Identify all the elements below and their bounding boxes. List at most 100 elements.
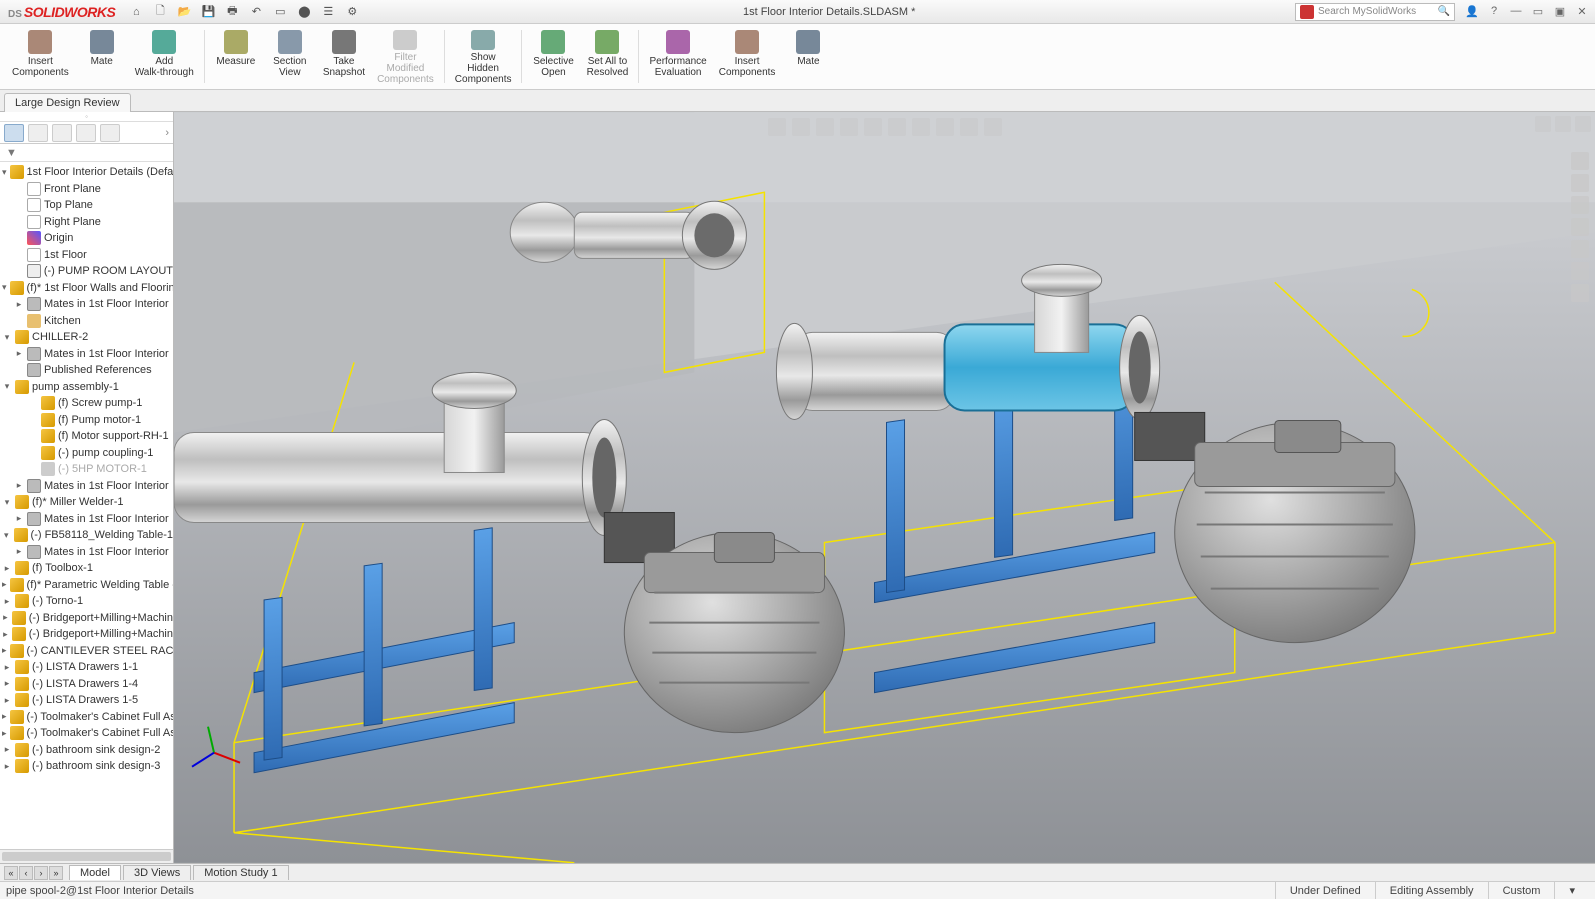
appearances-icon[interactable]	[1571, 240, 1589, 258]
tree-bridgeport-1[interactable]: ▸(-) Bridgeport+Milling+Machin	[0, 610, 173, 627]
tree-mates-4[interactable]: ▸Mates in 1st Floor Interior	[0, 511, 173, 528]
graphics-viewport[interactable]	[174, 112, 1595, 863]
tree-torno[interactable]: ▸(-) Torno-1	[0, 593, 173, 610]
open-icon[interactable]: 📂	[173, 2, 195, 22]
tree-mates-5[interactable]: ▸Mates in 1st Floor Interior	[0, 544, 173, 561]
tree-motor-support[interactable]: (f) Motor support-RH-1	[0, 428, 173, 445]
add-walkthrough-button[interactable]: Add Walk-through	[129, 26, 200, 87]
file-explorer-icon[interactable]	[1571, 196, 1589, 214]
tab-nav-prev-icon[interactable]: ‹	[19, 866, 33, 880]
minimize-icon[interactable]: —	[1507, 5, 1525, 18]
undo-icon[interactable]: ↶	[245, 2, 267, 22]
tree-root[interactable]: ▾1st Floor Interior Details (Default<A	[0, 164, 173, 181]
save-icon[interactable]: 💾	[197, 2, 219, 22]
view-settings-icon[interactable]	[984, 118, 1002, 136]
tree-5hp-motor[interactable]: (-) 5HP MOTOR-1	[0, 461, 173, 478]
tree-screw-pump[interactable]: (f) Screw pump-1	[0, 395, 173, 412]
measure-button[interactable]: Measure	[209, 26, 263, 87]
insert-components-button-2[interactable]: Insert Components	[713, 26, 782, 87]
tab-nav-first-icon[interactable]: «	[4, 866, 18, 880]
help-icon[interactable]: ?	[1485, 5, 1503, 18]
performance-eval-button[interactable]: Performance Evaluation	[643, 26, 712, 87]
custom-properties-icon[interactable]	[1571, 262, 1589, 280]
tree-walls-flooring[interactable]: ▾(f)* 1st Floor Walls and Flooring	[0, 280, 173, 297]
selective-open-button[interactable]: Selective Open	[526, 26, 580, 87]
section-view-button[interactable]: Section View	[263, 26, 317, 87]
tree-pump-assembly[interactable]: ▾pump assembly-1	[0, 379, 173, 396]
hide-show-icon[interactable]	[912, 118, 930, 136]
maximize-icon[interactable]: ▣	[1551, 5, 1569, 18]
edit-appearance-icon[interactable]	[936, 118, 954, 136]
panel-expand-icon[interactable]: ›	[165, 127, 169, 139]
tree-origin[interactable]: Origin	[0, 230, 173, 247]
zoom-fit-icon[interactable]	[768, 118, 786, 136]
property-manager-tab-icon[interactable]	[28, 124, 48, 142]
tree-chiller[interactable]: ▾CHILLER-2	[0, 329, 173, 346]
forum-icon[interactable]	[1571, 284, 1589, 302]
user-icon[interactable]: 👤	[1463, 5, 1481, 18]
apply-scene-icon[interactable]	[960, 118, 978, 136]
tree-toolmaker-2[interactable]: ▸(-) Toolmaker's Cabinet Full As	[0, 725, 173, 742]
display-style-icon[interactable]	[888, 118, 906, 136]
section-view-hud-icon[interactable]	[840, 118, 858, 136]
previous-view-icon[interactable]	[816, 118, 834, 136]
home-icon[interactable]: ⌂	[125, 2, 147, 22]
search-box[interactable]: Search MySolidWorks 🔍	[1295, 3, 1455, 21]
tab-model[interactable]: Model	[69, 865, 121, 880]
viewport-max-icon[interactable]	[1555, 116, 1571, 132]
configuration-manager-tab-icon[interactable]	[52, 124, 72, 142]
tree-bridgeport-2[interactable]: ▸(-) Bridgeport+Milling+Machin	[0, 626, 173, 643]
zoom-area-icon[interactable]	[792, 118, 810, 136]
tree-welding-table[interactable]: ▾(-) FB58118_Welding Table-1	[0, 527, 173, 544]
tree-pump-room-layout[interactable]: (-) PUMP ROOM LAYOUT	[0, 263, 173, 280]
view-palette-icon[interactable]	[1571, 218, 1589, 236]
insert-components-button[interactable]: Insert Components	[6, 26, 75, 87]
tree-right-plane[interactable]: Right Plane	[0, 214, 173, 231]
tab-nav-next-icon[interactable]: ›	[34, 866, 48, 880]
take-snapshot-button[interactable]: Take Snapshot	[317, 26, 371, 87]
show-hidden-button[interactable]: Show Hidden Components	[449, 26, 518, 87]
solidworks-resources-icon[interactable]	[1571, 152, 1589, 170]
tree-cantilever[interactable]: ▸(-) CANTILEVER STEEL RACK A	[0, 643, 173, 660]
tree-lista-1-1[interactable]: ▸(-) LISTA Drawers 1-1	[0, 659, 173, 676]
dimxpert-tab-icon[interactable]	[76, 124, 96, 142]
restore-icon[interactable]: ▭	[1529, 5, 1547, 18]
tab-motion-study[interactable]: Motion Study 1	[193, 865, 288, 880]
status-unit-system-icon[interactable]: ▾	[1554, 882, 1589, 899]
close-icon[interactable]: ✕	[1573, 5, 1591, 18]
tree-front-plane[interactable]: Front Plane	[0, 181, 173, 198]
feature-manager-tab-icon[interactable]	[4, 124, 24, 142]
tree-lista-1-4[interactable]: ▸(-) LISTA Drawers 1-4	[0, 676, 173, 693]
rebuild-icon[interactable]: ⬤	[293, 2, 315, 22]
tree-lista-1-5[interactable]: ▸(-) LISTA Drawers 1-5	[0, 692, 173, 709]
search-icon[interactable]: 🔍	[1438, 6, 1450, 17]
viewport-close-icon[interactable]	[1575, 116, 1591, 132]
tree-pump-motor[interactable]: (f) Pump motor-1	[0, 412, 173, 429]
design-library-icon[interactable]	[1571, 174, 1589, 192]
tab-nav-last-icon[interactable]: »	[49, 866, 63, 880]
tree-kitchen[interactable]: Kitchen	[0, 313, 173, 330]
link-views-icon[interactable]	[1535, 116, 1551, 132]
tree-top-plane[interactable]: Top Plane	[0, 197, 173, 214]
tab-large-design-review[interactable]: Large Design Review	[4, 93, 131, 112]
tree-toolmaker-1[interactable]: ▸(-) Toolmaker's Cabinet Full As	[0, 709, 173, 726]
new-icon[interactable]: 🗋	[149, 2, 171, 22]
tree-1st-floor[interactable]: 1st Floor	[0, 247, 173, 264]
tree-sink-2[interactable]: ▸(-) bathroom sink design-2	[0, 742, 173, 759]
tree-toolbox[interactable]: ▸(f) Toolbox-1	[0, 560, 173, 577]
tree-miller-welder[interactable]: ▾(f)* Miller Welder-1	[0, 494, 173, 511]
settings-gear-icon[interactable]: ⚙	[341, 2, 363, 22]
tree-parametric-welding[interactable]: ▸(f)* Parametric Welding Table -	[0, 577, 173, 594]
select-icon[interactable]: ▭	[269, 2, 291, 22]
tree-sink-3[interactable]: ▸(-) bathroom sink design-3	[0, 758, 173, 775]
tree-pump-coupling[interactable]: (-) pump coupling-1	[0, 445, 173, 462]
mate-button-2[interactable]: Mate	[781, 26, 835, 87]
view-orientation-icon[interactable]	[864, 118, 882, 136]
print-icon[interactable]: 🖶	[221, 2, 243, 22]
tab-3d-views[interactable]: 3D Views	[123, 865, 191, 880]
panel-horizontal-scrollbar[interactable]	[0, 849, 173, 863]
options-list-icon[interactable]: ☰	[317, 2, 339, 22]
tree-mates-2[interactable]: ▸Mates in 1st Floor Interior	[0, 346, 173, 363]
tree-mates-3[interactable]: ▸Mates in 1st Floor Interior	[0, 478, 173, 495]
display-manager-tab-icon[interactable]	[100, 124, 120, 142]
